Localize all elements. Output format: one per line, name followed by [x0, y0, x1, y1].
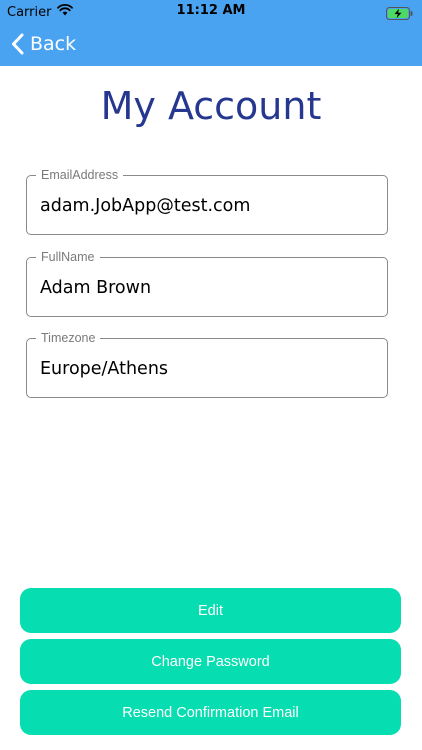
- change-password-button[interactable]: Change Password: [20, 639, 401, 684]
- navigation-bar: Carrier 11:12 AM Back: [0, 0, 422, 66]
- resend-confirmation-email-button[interactable]: Resend Confirmation Email: [20, 690, 401, 735]
- email-input[interactable]: [40, 176, 375, 236]
- back-label: Back: [30, 33, 77, 55]
- timezone-input[interactable]: [40, 339, 375, 399]
- page-title: My Account: [100, 84, 322, 128]
- edit-button[interactable]: Edit: [20, 588, 401, 633]
- back-button[interactable]: Back: [11, 30, 76, 58]
- fullname-field[interactable]: FullName: [26, 249, 388, 318]
- status-time: 11:12 AM: [176, 3, 246, 18]
- email-field[interactable]: EmailAddress: [26, 167, 388, 236]
- chevron-left-icon: [12, 33, 24, 55]
- timezone-field[interactable]: Timezone: [26, 330, 388, 399]
- fullname-input[interactable]: [40, 258, 375, 318]
- battery-charging-icon: [386, 5, 414, 20]
